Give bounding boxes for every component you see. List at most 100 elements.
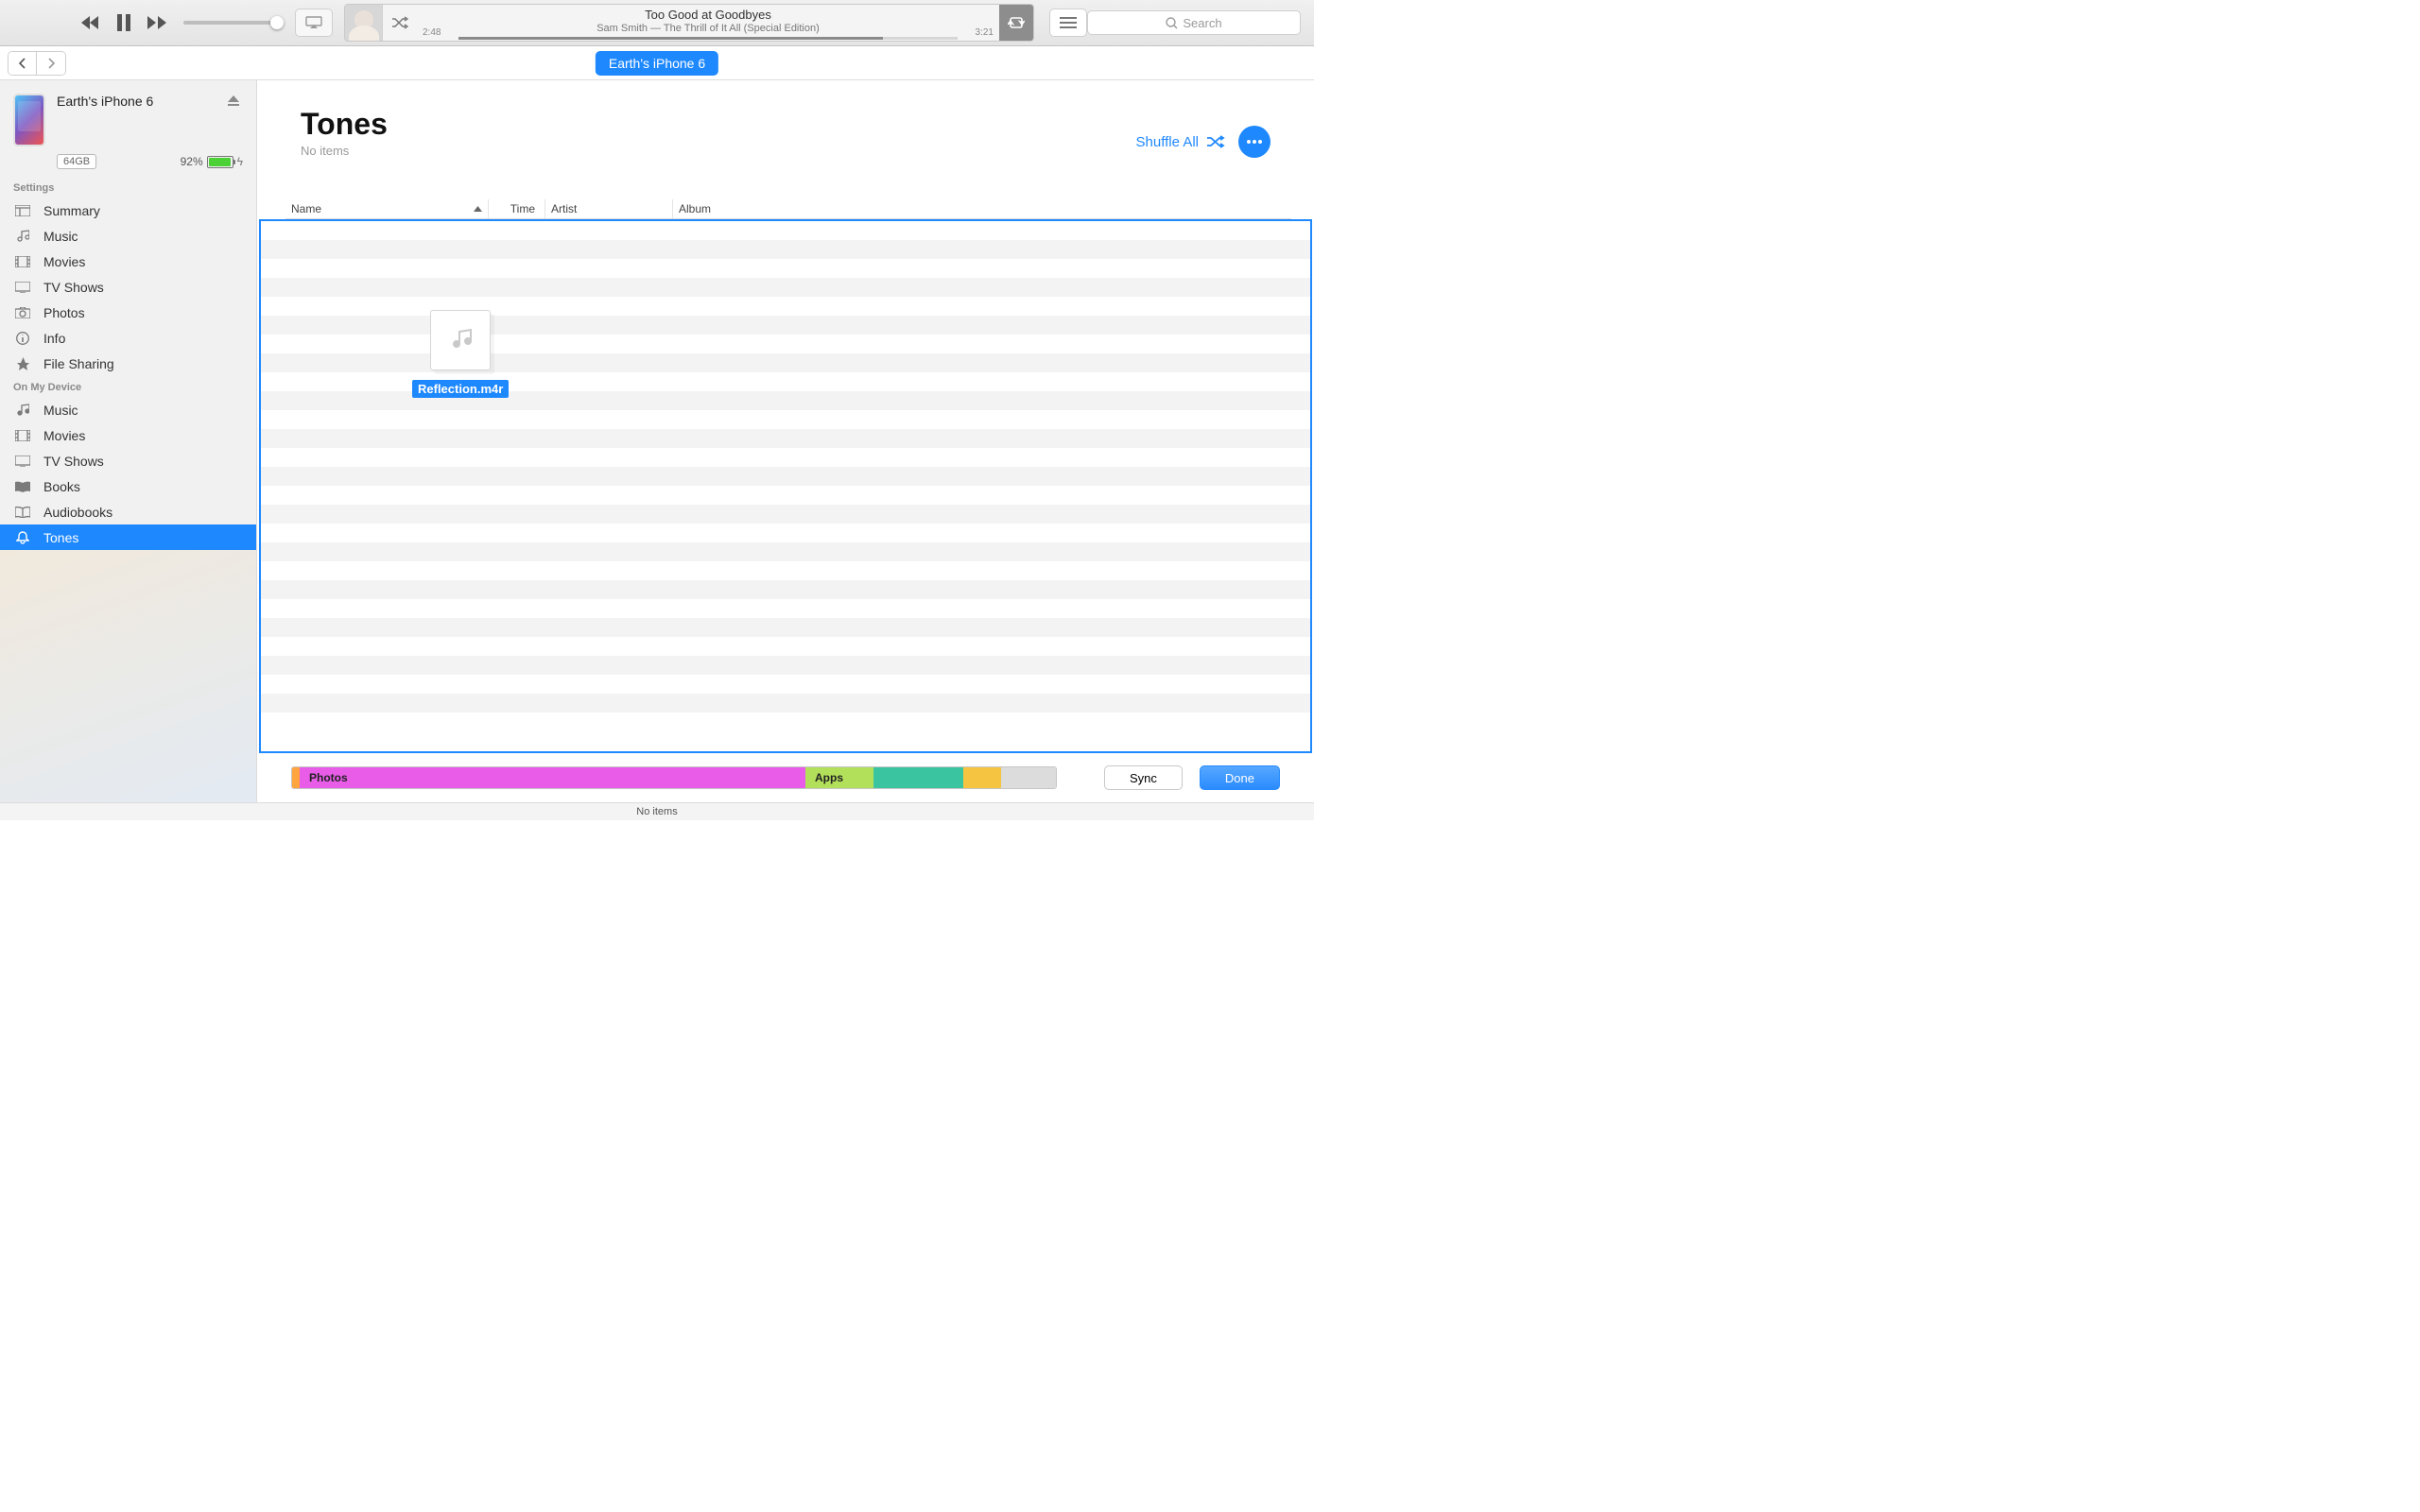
appstore-icon bbox=[13, 357, 32, 370]
nav-forward-button[interactable] bbox=[37, 52, 65, 75]
now-playing-display: Too Good at Goodbyes Sam Smith — The Thr… bbox=[344, 4, 1034, 42]
sort-asc-icon bbox=[474, 206, 482, 212]
sidebar-item-device-movies[interactable]: Movies bbox=[0, 422, 256, 448]
drop-target[interactable]: Reflection.m4r bbox=[259, 219, 1312, 753]
device-tab[interactable]: Earth's iPhone 6 bbox=[596, 51, 718, 76]
table-header: Name Time Artist Album bbox=[285, 199, 1291, 219]
sidebar-item-label: TV Shows bbox=[43, 280, 104, 295]
sidebar-item-label: File Sharing bbox=[43, 356, 114, 371]
sidebar-item-summary[interactable]: Summary bbox=[0, 198, 256, 223]
sidebar-item-label: Info bbox=[43, 331, 65, 346]
info-icon bbox=[13, 332, 32, 345]
sidebar-item-filesharing[interactable]: File Sharing bbox=[0, 351, 256, 376]
column-artist[interactable]: Artist bbox=[545, 199, 673, 218]
column-name[interactable]: Name bbox=[285, 199, 489, 218]
battery-percent: 92% bbox=[181, 155, 203, 168]
storage-seg-free bbox=[1001, 767, 1056, 788]
next-button[interactable] bbox=[147, 16, 166, 29]
sidebar-item-info[interactable]: Info bbox=[0, 325, 256, 351]
battery-icon bbox=[207, 156, 233, 168]
nav-back-button[interactable] bbox=[9, 52, 37, 75]
sidebar-item-label: Books bbox=[43, 479, 80, 494]
device-header: Earth's iPhone 6 64GB 92% ϟ bbox=[0, 80, 256, 177]
sidebar-item-label: Photos bbox=[43, 305, 85, 320]
shuffle-icon bbox=[1206, 135, 1225, 148]
section-device-label: On My Device bbox=[0, 376, 256, 397]
sidebar-item-label: Movies bbox=[43, 254, 85, 269]
sidebar-item-label: TV Shows bbox=[43, 454, 104, 469]
storage-seg-other2 bbox=[963, 767, 1001, 788]
more-options-button[interactable] bbox=[1238, 126, 1270, 158]
movies-icon bbox=[13, 256, 32, 267]
sidebar-item-device-music[interactable]: Music bbox=[0, 397, 256, 422]
sidebar-item-label: Music bbox=[43, 229, 78, 244]
sidebar-item-label: Movies bbox=[43, 428, 85, 443]
sidebar-item-device-audiobooks[interactable]: Audiobooks bbox=[0, 499, 256, 524]
shuffle-all-button[interactable]: Shuffle All bbox=[1136, 134, 1225, 150]
summary-icon bbox=[13, 205, 32, 216]
album-art-thumb[interactable] bbox=[345, 5, 383, 41]
sidebar-item-label: Summary bbox=[43, 203, 100, 218]
sidebar-item-tvshows[interactable]: TV Shows bbox=[0, 274, 256, 300]
progress-bar[interactable] bbox=[458, 37, 958, 40]
volume-slider[interactable] bbox=[183, 21, 278, 25]
audiobook-icon bbox=[13, 507, 32, 518]
nav-history bbox=[8, 51, 66, 76]
sidebar-item-label: Tones bbox=[43, 530, 78, 545]
playback-controls bbox=[81, 14, 166, 31]
dragged-file[interactable]: Reflection.m4r bbox=[412, 310, 509, 398]
secondary-toolbar: Earth's iPhone 6 bbox=[0, 46, 1314, 80]
up-next-button[interactable] bbox=[1049, 9, 1087, 37]
book-icon bbox=[13, 481, 32, 492]
storage-seg-photos: Photos bbox=[300, 767, 805, 788]
charging-icon: ϟ bbox=[237, 155, 243, 168]
device-name: Earth's iPhone 6 bbox=[57, 94, 153, 109]
tv-icon bbox=[13, 455, 32, 467]
sidebar-item-label: Music bbox=[43, 403, 78, 418]
done-button[interactable]: Done bbox=[1200, 765, 1280, 790]
now-playing-subtitle: Sam Smith — The Thrill of It All (Specia… bbox=[417, 23, 999, 34]
storage-meter: Photos Apps bbox=[291, 766, 1057, 789]
sidebar-item-device-tones[interactable]: Tones bbox=[0, 524, 256, 550]
shuffle-all-label: Shuffle All bbox=[1136, 134, 1199, 150]
airplay-button[interactable] bbox=[295, 9, 333, 37]
search-input[interactable]: Search bbox=[1087, 10, 1301, 35]
elapsed-time: 2:48 bbox=[423, 27, 441, 38]
total-time: 3:21 bbox=[976, 27, 994, 38]
sidebar-item-music[interactable]: Music bbox=[0, 223, 256, 249]
previous-button[interactable] bbox=[81, 16, 100, 29]
eject-button[interactable] bbox=[228, 94, 239, 112]
tv-icon bbox=[13, 282, 32, 293]
sidebar-item-device-books[interactable]: Books bbox=[0, 473, 256, 499]
sidebar-item-photos[interactable]: Photos bbox=[0, 300, 256, 325]
sidebar-item-label: Audiobooks bbox=[43, 505, 112, 520]
now-playing-title: Too Good at Goodbyes bbox=[417, 8, 999, 22]
repeat-button[interactable] bbox=[999, 5, 1033, 41]
music-icon bbox=[13, 404, 32, 417]
column-time[interactable]: Time bbox=[489, 199, 545, 218]
status-bar: No items bbox=[0, 802, 1314, 820]
shuffle-icon[interactable] bbox=[383, 5, 417, 41]
sync-button[interactable]: Sync bbox=[1104, 765, 1183, 790]
pause-button[interactable] bbox=[117, 14, 130, 31]
capacity-badge: 64GB bbox=[57, 154, 96, 169]
storage-seg-audio bbox=[292, 767, 300, 788]
sidebar: Earth's iPhone 6 64GB 92% ϟ Settings Sum… bbox=[0, 80, 257, 802]
content-area: Tones No items Shuffle All Name Time Art… bbox=[257, 80, 1314, 802]
camera-icon bbox=[13, 307, 32, 318]
file-icon bbox=[430, 310, 491, 370]
column-album[interactable]: Album bbox=[673, 199, 805, 218]
page-subtitle: No items bbox=[301, 144, 388, 158]
search-icon bbox=[1166, 17, 1178, 29]
bell-icon bbox=[13, 531, 32, 544]
sidebar-background bbox=[0, 550, 256, 802]
sidebar-item-movies[interactable]: Movies bbox=[0, 249, 256, 274]
bottom-bar: Photos Apps Sync Done bbox=[257, 753, 1314, 802]
storage-seg-other1 bbox=[873, 767, 963, 788]
status-text: No items bbox=[636, 806, 677, 817]
sidebar-item-device-tvshows[interactable]: TV Shows bbox=[0, 448, 256, 473]
section-settings-label: Settings bbox=[0, 177, 256, 198]
search-placeholder: Search bbox=[1183, 16, 1221, 30]
page-title: Tones bbox=[301, 107, 388, 142]
dragged-file-name: Reflection.m4r bbox=[412, 380, 509, 398]
